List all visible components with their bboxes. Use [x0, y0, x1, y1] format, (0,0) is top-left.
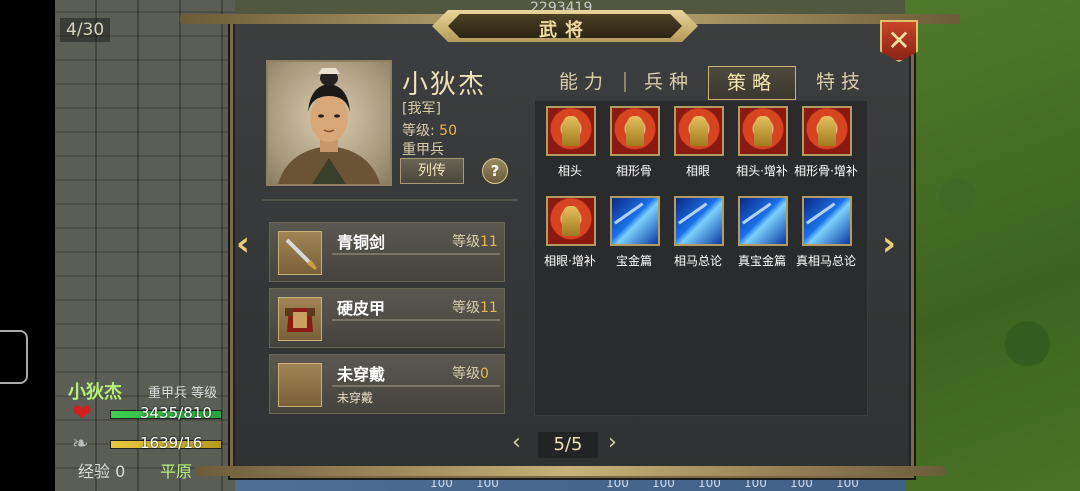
armor-icon: [278, 297, 322, 341]
hero-level-label: 等级:: [402, 123, 435, 139]
equip-name: 未穿戴: [337, 365, 386, 384]
dialog-title: 武将: [539, 20, 591, 41]
skill-item[interactable]: 真相马总论: [794, 196, 858, 274]
prev-page-button[interactable]: ‹: [512, 430, 521, 455]
equip-level-value: 11: [480, 300, 498, 316]
hero-portrait: [266, 60, 392, 186]
figure-glyph: [818, 116, 836, 146]
equip-level-value: 11: [480, 234, 498, 250]
equip-slot-armor[interactable]: 硬皮甲 等级11: [269, 288, 505, 348]
figure-glyph: [562, 206, 580, 236]
equip-level-label: 等级: [452, 366, 480, 382]
equip-slot-accessory[interactable]: 未穿戴 等级0 未穿戴: [269, 354, 505, 414]
fortune-scroll-icon: [546, 106, 596, 156]
exp-label: 经验: [78, 462, 111, 481]
skill-item[interactable]: 宝金篇: [602, 196, 666, 274]
equip-name: 青铜剑: [337, 233, 386, 252]
equip-level: 等级0: [452, 363, 489, 383]
rune-glyph: [805, 202, 849, 243]
exp-value: 0: [115, 462, 126, 481]
left-edge: [0, 0, 55, 491]
skill-item[interactable]: 相马总论: [666, 196, 730, 274]
fortune-scroll-icon: [546, 196, 596, 246]
blue-rune-icon: [802, 196, 852, 246]
figure-glyph: [690, 116, 708, 146]
skill-item[interactable]: 相形骨: [602, 106, 666, 184]
figure-glyph: [562, 116, 580, 146]
figure-glyph: [754, 116, 772, 146]
exp-readout: 经验 0: [78, 458, 125, 482]
help-button[interactable]: ?: [482, 158, 508, 184]
sword-icon: [278, 231, 322, 275]
equip-slot-weapon[interactable]: 青铜剑 等级11: [269, 222, 505, 282]
rune-glyph: [613, 202, 657, 243]
skill-label: 真相马总论: [795, 254, 856, 268]
skill-item[interactable]: 真宝金篇: [730, 196, 794, 274]
map-grass-background: [905, 0, 1080, 491]
tab-troop[interactable]: 兵种: [636, 66, 702, 98]
equip-level: 等级11: [452, 297, 498, 317]
fortune-scroll-icon: [802, 106, 852, 156]
equip-level-value: 0: [480, 366, 489, 382]
equip-divider: [332, 253, 500, 255]
dialog-frame-bottom: [195, 466, 945, 476]
tab-ability[interactable]: 能力: [548, 66, 620, 98]
rune-glyph: [741, 202, 785, 243]
terrain-label: 平原: [160, 462, 193, 481]
skill-item[interactable]: 相眼: [666, 106, 730, 184]
hero-name: 小狄杰: [402, 70, 487, 100]
skill-item[interactable]: 相头·增补: [730, 106, 794, 184]
close-icon: ✕: [887, 24, 911, 57]
prev-general-arrow[interactable]: ‹: [232, 227, 254, 261]
hero-portrait-art: [278, 68, 380, 184]
blue-rune-icon: [674, 196, 724, 246]
unit-type: 重甲兵 等级: [148, 386, 218, 401]
rune-glyph: [677, 202, 721, 243]
next-general-arrow[interactable]: ›: [878, 227, 900, 261]
skill-item[interactable]: 相眼·增补: [538, 196, 602, 274]
fortune-scroll-icon: [738, 106, 788, 156]
tab-skill[interactable]: 特技: [808, 66, 874, 98]
skill-label: 相形骨·增补: [794, 164, 858, 178]
heart-icon: ❤: [72, 399, 93, 427]
equip-divider: [332, 319, 500, 321]
skill-item[interactable]: 相头: [538, 106, 602, 184]
wing-icon: ❧: [72, 431, 89, 455]
blue-rune-icon: [610, 196, 660, 246]
hp-text: 3435/810: [140, 404, 212, 422]
equip-name: 硬皮甲: [337, 299, 386, 318]
hero-level-value: 50: [439, 123, 457, 139]
hero-level: 等级: 50: [402, 120, 457, 140]
equip-status: 未穿戴: [337, 391, 374, 405]
hero-class: 重甲兵: [402, 142, 444, 158]
empty-slot-icon: [278, 363, 322, 407]
hero-faction: [我军]: [402, 101, 441, 117]
side-handle-icon[interactable]: [0, 330, 28, 384]
equip-level-label: 等级: [452, 234, 480, 250]
blue-rune-icon: [738, 196, 788, 246]
fortune-scroll-icon: [674, 106, 724, 156]
biography-button[interactable]: 列传: [400, 158, 464, 184]
tab-strategy[interactable]: 策略: [708, 66, 796, 100]
fortune-scroll-icon: [610, 106, 660, 156]
tab-separator: [624, 72, 626, 92]
skill-item[interactable]: 相形骨·增补: [794, 106, 858, 184]
equip-level: 等级11: [452, 231, 498, 251]
next-page-button[interactable]: ›: [608, 430, 617, 455]
figure-glyph: [626, 116, 644, 146]
equip-divider: [332, 385, 500, 387]
page-indicator: 5/5: [538, 432, 598, 458]
equip-level-label: 等级: [452, 300, 480, 316]
mp-text: 1639/16: [140, 434, 203, 452]
turn-counter: 4/30: [60, 18, 111, 42]
divider: [262, 199, 518, 201]
